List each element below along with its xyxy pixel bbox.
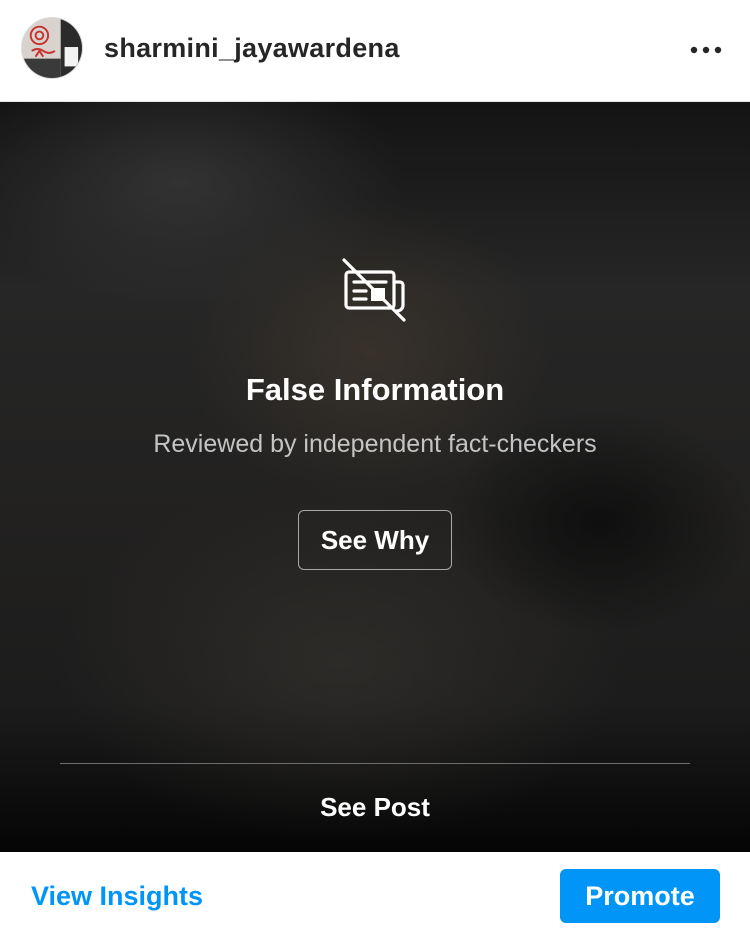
false-information-icon xyxy=(342,258,406,322)
divider xyxy=(60,763,690,764)
see-post-button[interactable]: See Post xyxy=(0,792,750,823)
post-header: sharmini_jayawardena xyxy=(0,0,750,102)
username[interactable]: sharmini_jayawardena xyxy=(104,33,400,64)
avatar[interactable] xyxy=(21,17,83,79)
more-horizontal-icon xyxy=(690,46,722,54)
avatar-image xyxy=(22,18,82,78)
false-information-overlay: False Information Reviewed by independen… xyxy=(0,102,750,852)
post-footer: View Insights Promote xyxy=(0,852,750,935)
warning-title: False Information xyxy=(245,372,505,407)
warning-subtitle: Reviewed by independent fact-checkers xyxy=(153,430,597,458)
more-options-button[interactable] xyxy=(684,30,728,70)
promote-button[interactable]: Promote xyxy=(560,869,720,923)
view-insights-link[interactable]: View Insights xyxy=(31,881,203,912)
see-why-button[interactable]: See Why xyxy=(298,510,452,570)
